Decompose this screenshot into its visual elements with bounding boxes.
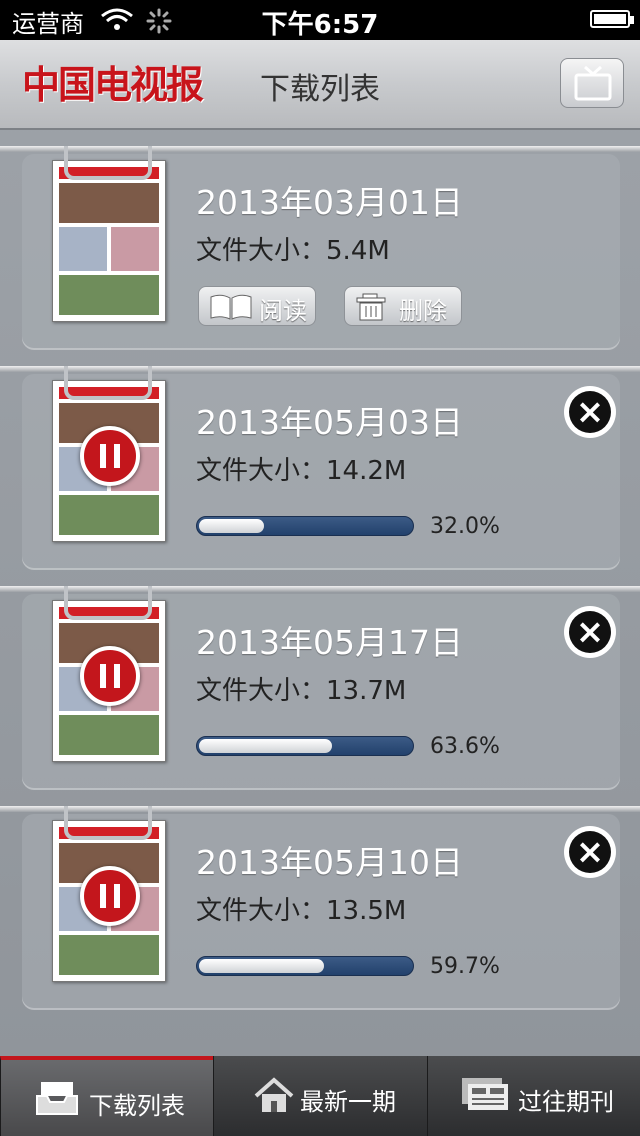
progress-fill: [199, 739, 333, 753]
paper-clip-icon: [64, 146, 152, 180]
progress-percent: 63.6%: [430, 734, 500, 759]
progress-percent: 59.7%: [430, 954, 500, 979]
close-icon: ×: [569, 391, 611, 433]
download-progress-bar: [196, 956, 414, 976]
tv-button[interactable]: [560, 58, 624, 108]
tab-label: 过往期刊: [518, 1088, 614, 1116]
read-button[interactable]: 阅读: [198, 286, 316, 326]
cancel-download-button[interactable]: ×: [564, 606, 616, 658]
delete-button[interactable]: 删除: [344, 286, 462, 326]
download-item: 2013年05月10日 文件大小：13.5M 59.7% ×: [0, 806, 640, 1026]
progress-percent: 32.0%: [430, 514, 500, 539]
file-size: 文件大小：13.5M: [196, 896, 407, 926]
file-size: 文件大小：13.7M: [196, 676, 407, 706]
delete-label: 删除: [399, 297, 447, 325]
progress-fill: [199, 519, 265, 533]
issue-date: 2013年05月03日: [196, 403, 463, 442]
pause-button[interactable]: [80, 646, 140, 706]
battery-icon: [590, 10, 634, 28]
newspaper-stack-icon: [462, 1078, 508, 1110]
open-book-icon: [210, 294, 252, 320]
file-size: 文件大小：5.4M: [196, 236, 390, 266]
cancel-download-button[interactable]: ×: [564, 826, 616, 878]
tab-label: 下载列表: [89, 1092, 185, 1120]
cancel-download-button[interactable]: ×: [564, 386, 616, 438]
close-icon: ×: [569, 831, 611, 873]
paper-clip-icon: [64, 586, 152, 620]
close-icon: ×: [569, 611, 611, 653]
status-bar: 运营商 下午6:57: [0, 0, 640, 40]
nav-bar: 中国电视报 下载列表: [0, 40, 640, 130]
status-time: 下午6:57: [261, 10, 379, 40]
download-item: 2013年05月17日 文件大小：13.7M 63.6% ×: [0, 586, 640, 806]
download-item: 2013年03月01日 文件大小：5.4M 阅读 删除: [0, 146, 640, 366]
tab-label: 最新一期: [300, 1088, 396, 1116]
issue-date: 2013年05月17日: [196, 623, 463, 662]
tab-download-list[interactable]: 下载列表: [0, 1056, 213, 1136]
download-item: 2013年05月03日 文件大小：14.2M 32.0% ×: [0, 366, 640, 586]
pause-button[interactable]: [80, 866, 140, 926]
pause-button[interactable]: [80, 426, 140, 486]
issue-date: 2013年05月10日: [196, 843, 463, 882]
issue-date: 2013年03月01日: [196, 183, 463, 222]
tv-icon: [574, 65, 612, 101]
download-progress-bar: [196, 516, 414, 536]
paper-clip-icon: [64, 806, 152, 840]
page-title: 下载列表: [260, 72, 380, 107]
paper-clip-icon: [64, 366, 152, 400]
home-icon: [254, 1077, 294, 1112]
tab-bar: 下载列表 最新一期 过往期刊: [0, 1056, 640, 1136]
file-size: 文件大小：14.2M: [196, 456, 407, 486]
download-progress-bar: [196, 736, 414, 756]
tab-past-issues[interactable]: 过往期刊: [427, 1056, 640, 1136]
inbox-tray-icon: [36, 1082, 78, 1115]
progress-fill: [199, 959, 324, 973]
trash-icon: [356, 293, 386, 321]
read-label: 阅读: [259, 297, 307, 325]
tab-latest-issue[interactable]: 最新一期: [213, 1056, 427, 1136]
issue-cover-thumbnail[interactable]: [52, 160, 166, 322]
